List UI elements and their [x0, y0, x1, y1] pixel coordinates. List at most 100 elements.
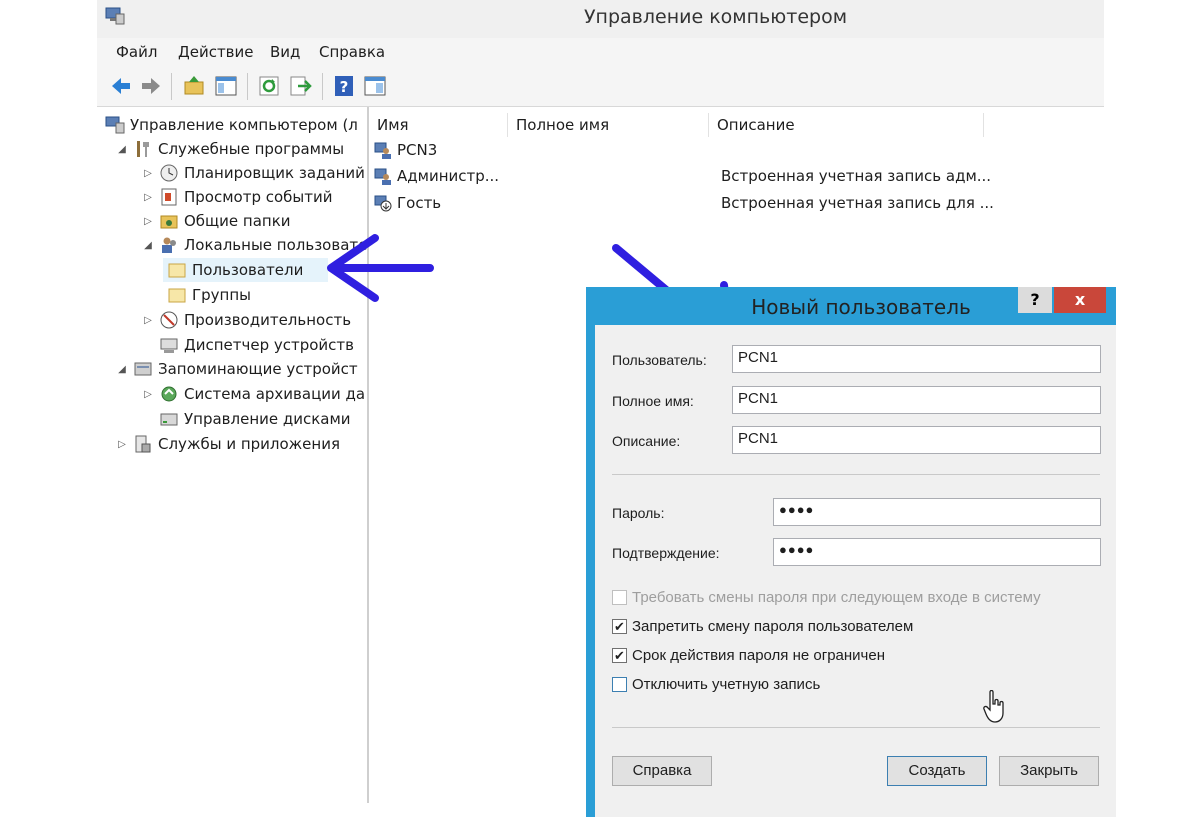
- tree-item-device-manager[interactable]: Диспетчер устройств: [155, 333, 354, 357]
- services-icon: [135, 435, 151, 453]
- tree-item-services-apps[interactable]: ▷ Службы и приложения: [115, 432, 340, 456]
- user-description: Встроенная учетная запись для ...: [721, 194, 994, 212]
- refresh-icon[interactable]: [257, 74, 281, 98]
- tools-icon: [137, 141, 149, 157]
- checkbox-require-password-change[interactable]: Требовать смены пароля при следующем вхо…: [612, 587, 1041, 607]
- forward-icon[interactable]: [139, 74, 163, 98]
- user-name: Гость: [397, 194, 442, 212]
- confirm-label: Подтверждение:: [612, 545, 720, 561]
- device-manager-icon: [160, 338, 178, 353]
- username-field[interactable]: PCN1: [732, 345, 1101, 373]
- checkmark-icon[interactable]: ✔: [612, 647, 627, 663]
- expand-arrow-icon[interactable]: ▷: [115, 439, 129, 450]
- checkbox-prevent-password-change[interactable]: ✔ Запретить смену пароля пользователем: [612, 616, 913, 636]
- password-field[interactable]: ●●●●: [773, 498, 1101, 526]
- checkbox-password-never-expires[interactable]: ✔ Срок действия пароля не ограничен: [612, 645, 885, 665]
- checkbox-label: Срок действия пароля не ограничен: [632, 646, 885, 664]
- tree-label: Группы: [192, 286, 252, 304]
- backup-icon: [161, 386, 177, 402]
- new-user-dialog: Новый пользователь ? x Пользователь: PCN…: [586, 287, 1116, 817]
- tree-label: Управление компьютером (л: [130, 116, 358, 134]
- up-folder-icon[interactable]: [182, 74, 206, 98]
- toolbar-separator: [247, 73, 248, 100]
- table-row[interactable]: PCN3: [373, 138, 1103, 162]
- toolbar: ?: [97, 66, 1104, 107]
- menu-help[interactable]: Справка: [319, 43, 385, 61]
- checkbox-label: Требовать смены пароля при следующем вхо…: [632, 588, 1041, 606]
- collapse-arrow-icon[interactable]: ◢: [115, 144, 129, 155]
- tree-label: Службы и приложения: [158, 435, 340, 453]
- tree-item-system-tools[interactable]: ◢ Служебные программы: [115, 137, 344, 161]
- tree-item-computer-management[interactable]: Управление компьютером (л: [101, 113, 358, 137]
- expand-arrow-icon[interactable]: ▷: [141, 315, 155, 326]
- show-tree-icon[interactable]: [214, 74, 238, 98]
- create-button[interactable]: Создать: [887, 756, 987, 786]
- tree-item-storage[interactable]: ◢ Запоминающие устройст: [115, 357, 358, 381]
- collapse-arrow-icon[interactable]: ◢: [141, 240, 155, 251]
- tree-label: Пользователи: [192, 261, 304, 279]
- password-label: Пароль:: [612, 505, 665, 521]
- tree-label: Служебные программы: [158, 140, 345, 158]
- window-title: Управление компьютером: [583, 6, 848, 28]
- table-row[interactable]: Гость Встроенная учетная запись для ...: [373, 191, 1103, 215]
- user-icon: [374, 168, 391, 185]
- dialog-body: Пользователь: PCN1 Полное имя: PCN1 Опис…: [595, 325, 1116, 817]
- description-label: Описание:: [612, 433, 681, 449]
- tree-item-users[interactable]: Пользователи: [163, 258, 328, 282]
- checkbox-label: Запретить смену пароля пользователем: [632, 617, 914, 635]
- tree-item-backup[interactable]: ▷ Система архивации да: [141, 382, 365, 406]
- tree-label: Система архивации да: [184, 385, 366, 403]
- confirm-password-field[interactable]: ●●●●: [773, 538, 1101, 566]
- tree-label: Диспетчер устройств: [184, 336, 355, 354]
- properties-icon[interactable]: [363, 74, 387, 98]
- help-dialog-button[interactable]: Справка: [612, 756, 712, 786]
- user-name: Администр...: [397, 167, 500, 185]
- export-icon[interactable]: [288, 74, 312, 98]
- menu-view[interactable]: Вид: [270, 43, 300, 61]
- expand-arrow-icon[interactable]: ▷: [141, 192, 155, 203]
- expand-arrow-icon[interactable]: ▷: [141, 168, 155, 179]
- divider: [612, 474, 1100, 475]
- back-icon[interactable]: [109, 74, 133, 98]
- help-button[interactable]: ?: [1018, 287, 1052, 313]
- toolbar-separator: [322, 73, 323, 100]
- tree-label: Общие папки: [184, 212, 291, 230]
- expand-arrow-icon[interactable]: ▷: [141, 216, 155, 227]
- column-header-name[interactable]: Имя: [369, 113, 508, 137]
- hand-cursor-icon: [983, 690, 1004, 723]
- expand-arrow-icon[interactable]: ▷: [141, 389, 155, 400]
- console-tree: Управление компьютером (л ◢ Служебные пр…: [97, 107, 369, 803]
- tree-label: Управление дисками: [184, 410, 351, 428]
- fullname-field[interactable]: PCN1: [732, 386, 1101, 414]
- tree-item-shared-folders[interactable]: ▷ Общие папки: [141, 209, 291, 233]
- tree-item-task-scheduler[interactable]: ▷ Планировщик заданий: [141, 161, 365, 185]
- menu-action[interactable]: Действие: [178, 43, 254, 61]
- checkbox-label: Отключить учетную запись: [632, 675, 821, 693]
- collapse-arrow-icon[interactable]: ◢: [115, 364, 129, 375]
- checkbox-disable-account[interactable]: Отключить учетную запись: [612, 674, 820, 694]
- tree-item-groups[interactable]: Группы: [163, 283, 251, 307]
- user-label: Пользователь:: [612, 352, 707, 368]
- checkbox-box[interactable]: [612, 676, 627, 692]
- column-header-description[interactable]: Описание: [709, 113, 984, 137]
- checkbox-box[interactable]: [612, 589, 627, 605]
- user-description: Встроенная учетная запись адм...: [721, 167, 992, 185]
- close-dialog-button[interactable]: Закрыть: [999, 756, 1099, 786]
- shared-folder-icon: [160, 215, 178, 229]
- tree-item-disk-management[interactable]: Управление дисками: [155, 407, 351, 431]
- disabled-user-icon: [374, 195, 392, 212]
- close-button[interactable]: x: [1054, 287, 1106, 313]
- description-field[interactable]: PCN1: [732, 426, 1101, 454]
- menu-file[interactable]: Файл: [116, 43, 157, 61]
- fullname-label: Полное имя:: [612, 393, 694, 409]
- annotation-arrow-left: [327, 234, 434, 302]
- column-header-fullname[interactable]: Полное имя: [508, 113, 709, 137]
- table-row[interactable]: Администр... Встроенная учетная запись а…: [373, 164, 1103, 188]
- tree-label: Запоминающие устройст: [158, 360, 358, 378]
- computer-icon: [105, 116, 125, 134]
- folder-icon: [168, 263, 186, 278]
- tree-item-event-viewer[interactable]: ▷ Просмотр событий: [141, 185, 332, 209]
- divider: [612, 727, 1100, 728]
- help-icon[interactable]: ?: [332, 74, 356, 98]
- checkmark-icon[interactable]: ✔: [612, 618, 627, 634]
